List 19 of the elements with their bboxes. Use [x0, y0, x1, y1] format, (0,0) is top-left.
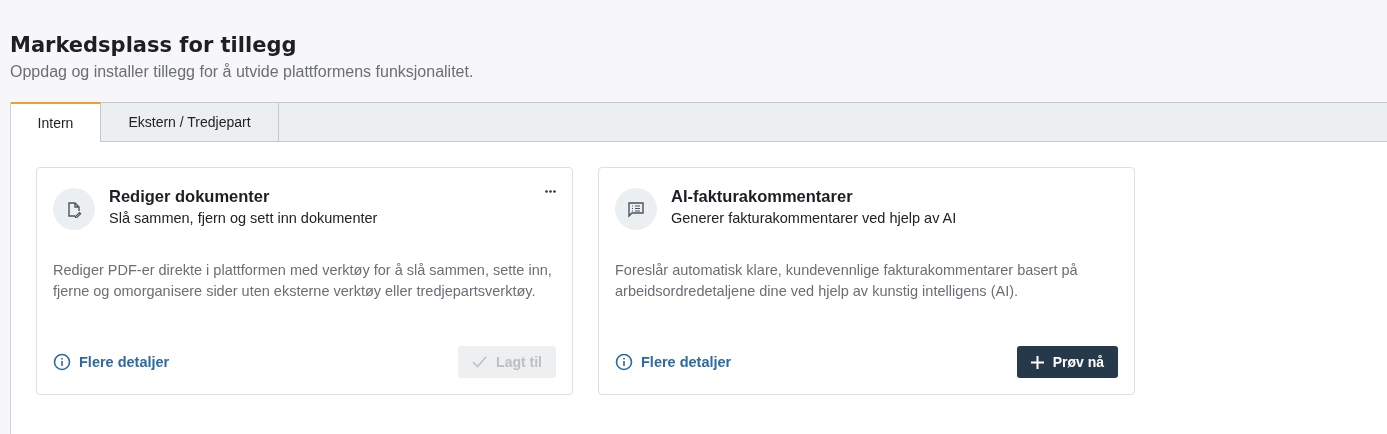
- document-edit-icon: [66, 200, 82, 218]
- page-subtitle: Oppdag og installer tillegg for å utvide plattformens funksjonalitet.: [10, 63, 475, 81]
- page-title: Markedsplass for tillegg: [10, 32, 298, 59]
- tab[interactable]: Intern: [11, 102, 101, 142]
- details-link[interactable]: Flere detaljer: [53, 353, 170, 371]
- info-icon: [53, 353, 71, 371]
- info-icon: [615, 353, 633, 371]
- plus-icon: [1030, 355, 1044, 369]
- addon-title: Rediger dokumenter: [109, 187, 271, 206]
- details-link[interactable]: Flere detaljer: [615, 353, 732, 371]
- addon-subtitle: Slå sammen, fjern og sett inn dokumenter: [109, 210, 379, 226]
- more-icon[interactable]: [545, 190, 556, 193]
- check-icon: [472, 356, 488, 368]
- try-button[interactable]: Prøv nå: [1016, 346, 1118, 378]
- comment-icon: [627, 200, 645, 218]
- addon-subtitle: Generer fakturakommentarer ved hjelp av AI: [671, 210, 958, 226]
- addon-description: Rediger PDF-er direkte i plattformen med verktøy for å slå sammen, sette inn, fjerne og omorganisere sider uten eksterne verktøy eller tredjepartsverktøy.: [53, 261, 553, 301]
- addon-description: Foreslår automatisk klare, kundevennlige fakturakommentarer basert på arbeidsordredetaljene dine ved hjelp av kunstig intelligens (AI).: [615, 261, 1079, 301]
- addon-title: AI-fakturakommentarer: [671, 187, 854, 206]
